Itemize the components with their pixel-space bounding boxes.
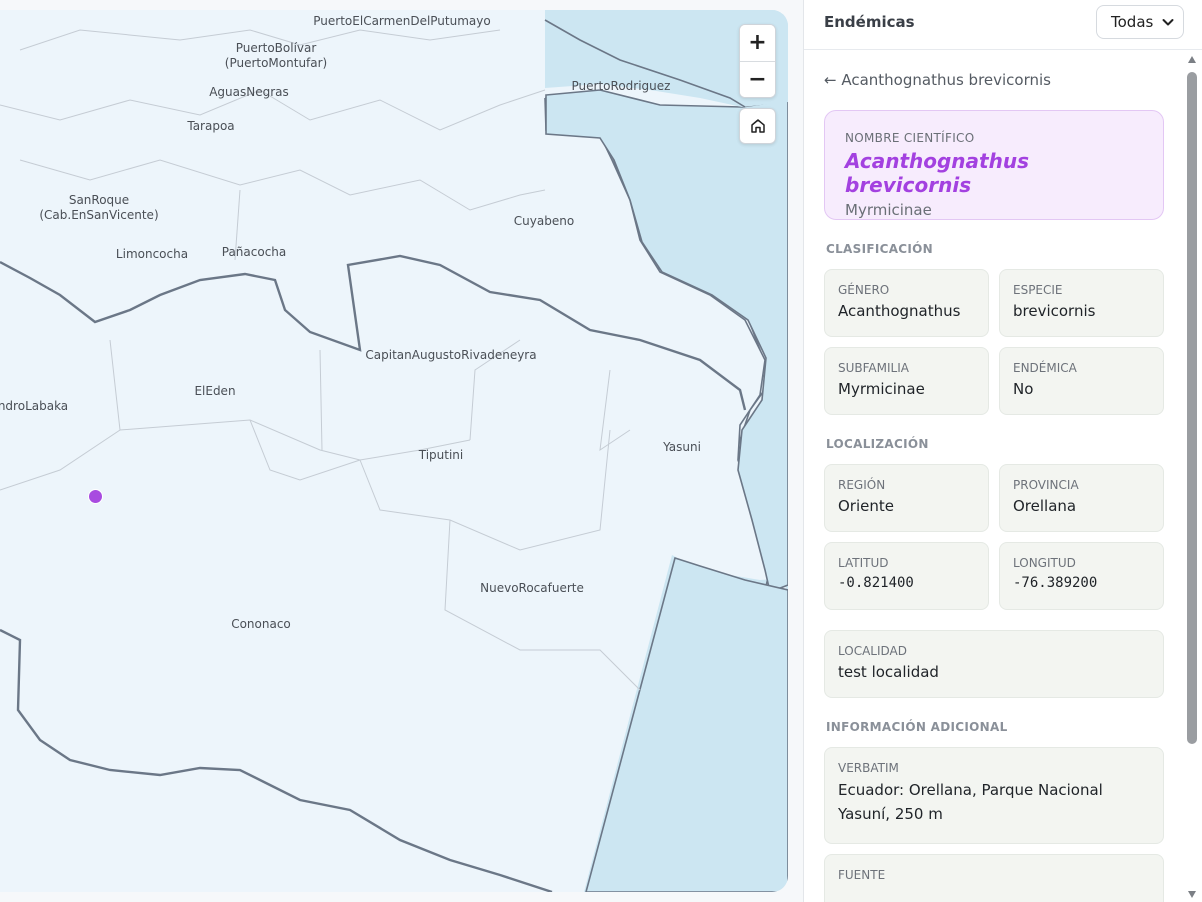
species-label: ESPECIE — [1013, 283, 1063, 297]
map-label: Tarapoa — [187, 119, 235, 133]
map-label: CapitanAugustoRivadeneyra — [365, 348, 537, 362]
home-button[interactable] — [739, 108, 776, 144]
locality-value: test localidad — [838, 663, 939, 681]
province-value: Orellana — [1013, 497, 1077, 515]
location-grid: REGIÓN Oriente PROVINCIA Orellana LATITU… — [824, 464, 1164, 610]
scientific-family: Myrmicinae — [845, 201, 932, 219]
latitude-value: -0.821400 — [838, 575, 914, 591]
species-cell: ESPECIE brevicornis — [999, 269, 1164, 337]
species-value: brevicornis — [1013, 302, 1096, 320]
map[interactable]: PuertoElCarmenDelPutumayo PuertoBolívar … — [0, 10, 788, 892]
scientific-name-label: NOMBRE CIENTÍFICO — [845, 131, 975, 145]
verbatim-label: VERBATIM — [838, 761, 899, 775]
map-label: ElEden — [194, 384, 236, 398]
map-label: (PuertoMontufar) — [224, 56, 328, 70]
home-icon — [750, 119, 765, 133]
map-label: Cononaco — [231, 617, 291, 631]
panel-header: Endémicas Todas — [804, 0, 1202, 50]
genus-value: Acanthognathus — [838, 302, 961, 320]
map-label: ndroLabaka — [0, 399, 69, 413]
genus-cell: GÉNERO Acanthognathus — [824, 269, 989, 337]
chevron-down-icon — [1162, 19, 1174, 26]
map-label: Cuyabeno — [513, 214, 575, 228]
occurrence-marker[interactable] — [88, 489, 103, 504]
province-cell: PROVINCIA Orellana — [999, 464, 1164, 532]
endemic-filter-select[interactable]: Todas — [1096, 5, 1184, 39]
longitude-cell: LONGITUD -76.389200 — [999, 542, 1164, 610]
map-label: NuevoRocafuerte — [480, 581, 584, 595]
locality-cell: LOCALIDAD test localidad — [824, 630, 1164, 698]
scroll-down-arrow-icon[interactable] — [1188, 891, 1196, 898]
verbatim-cell: VERBATIM Ecuador: Orellana, Parque Nacio… — [824, 747, 1164, 844]
genus-label: GÉNERO — [838, 283, 890, 297]
panel-scrollbar[interactable] — [1186, 54, 1198, 902]
subfamily-label: SUBFAMILIA — [838, 361, 909, 375]
map-label: (Cab.EnSanVicente) — [39, 208, 159, 222]
scroll-thumb[interactable] — [1187, 72, 1197, 744]
verbatim-value: Ecuador: Orellana, Parque Nacional Yasun… — [838, 781, 1103, 823]
zoom-in-button[interactable]: + — [740, 25, 775, 61]
map-label: Limoncocha — [115, 247, 189, 261]
scroll-up-arrow-icon[interactable] — [1188, 56, 1196, 63]
classification-title: CLASIFICACIÓN — [826, 242, 934, 256]
back-link[interactable]: ← Acanthognathus brevicornis — [824, 71, 1164, 89]
endemic-label: ENDÉMICA — [1013, 361, 1077, 375]
panel-title: Endémicas — [824, 13, 915, 31]
subfamily-value: Myrmicinae — [838, 380, 925, 398]
location-title: LOCALIZACIÓN — [826, 437, 929, 451]
source-label: FUENTE — [838, 868, 886, 882]
latitude-label: LATITUD — [838, 556, 889, 570]
map-label: PuertoBolívar — [235, 41, 317, 55]
lower-water — [585, 556, 788, 892]
source-cell: FUENTE — [824, 854, 1164, 902]
panel-content: ← Acanthognathus brevicornis NOMBRE CIEN… — [824, 50, 1164, 902]
endemic-cell: ENDÉMICA No — [999, 347, 1164, 415]
map-label: Yasuni — [663, 440, 701, 454]
additional-title: INFORMACIÓN ADICIONAL — [826, 720, 1008, 734]
endemic-value: No — [1013, 380, 1034, 398]
scientific-name-card: NOMBRE CIENTÍFICO Acanthognathus brevico… — [824, 110, 1164, 220]
region-cell: REGIÓN Oriente — [824, 464, 989, 532]
map-label: Tiputini — [418, 448, 464, 462]
filter-value: Todas — [1111, 13, 1154, 31]
map-label: PuertoElCarmenDelPutumayo — [313, 14, 491, 28]
map-label: PuertoRodriguez — [571, 79, 671, 93]
zoom-out-button[interactable]: − — [740, 61, 775, 97]
border-southwest — [0, 628, 553, 892]
province-label: PROVINCIA — [1013, 478, 1079, 492]
longitude-label: LONGITUD — [1013, 556, 1076, 570]
map-label: Pañacocha — [221, 245, 287, 259]
region-value: Oriente — [838, 497, 894, 515]
subfamily-cell: SUBFAMILIA Myrmicinae — [824, 347, 989, 415]
longitude-value: -76.389200 — [1013, 575, 1098, 591]
locality-label: LOCALIDAD — [838, 644, 907, 658]
map-label: AguasNegras — [209, 85, 289, 99]
classification-grid: GÉNERO Acanthognathus ESPECIE brevicorni… — [824, 269, 1164, 415]
latitude-cell: LATITUD -0.821400 — [824, 542, 989, 610]
scientific-name: Acanthognathus brevicornis — [845, 149, 1029, 197]
species-panel: Endémicas Todas ← Acanthognathus brevico… — [803, 0, 1202, 902]
map-label: SanRoque — [68, 193, 130, 207]
region-label: REGIÓN — [838, 478, 886, 492]
zoom-control: + − — [739, 24, 776, 98]
